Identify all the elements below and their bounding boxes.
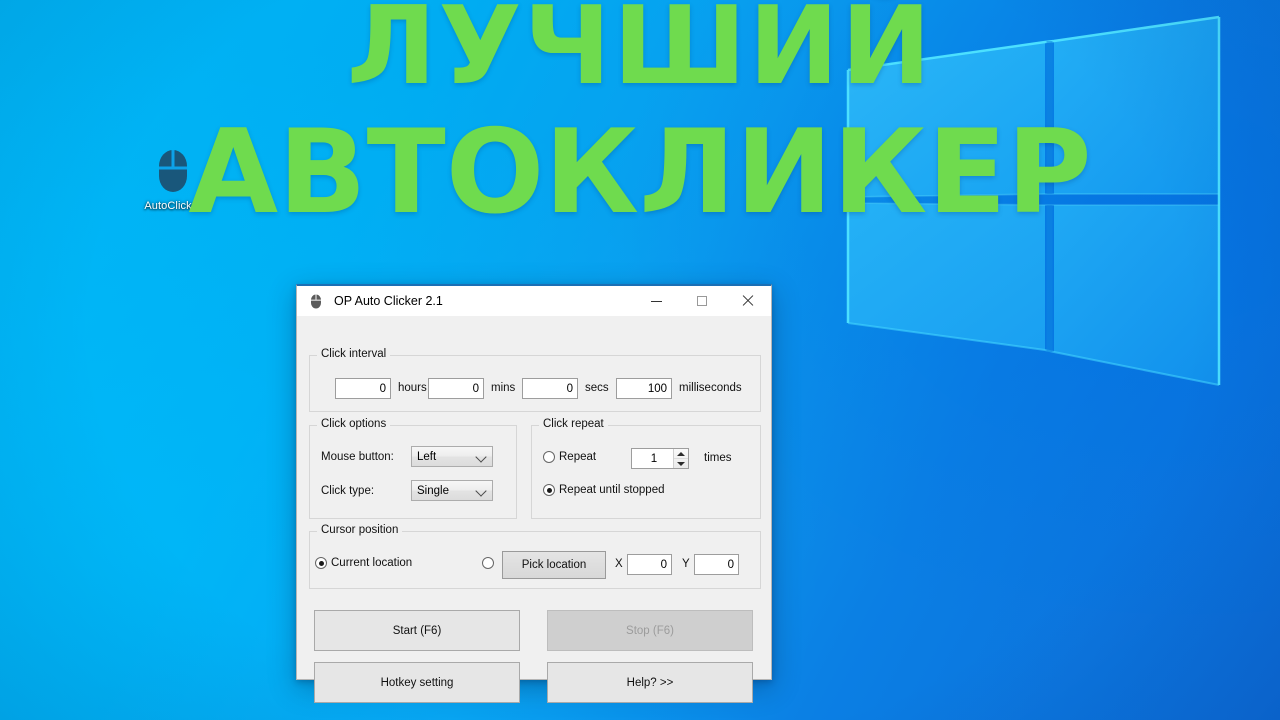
- mouse-button-value: Left: [417, 450, 437, 463]
- maximize-button[interactable]: [679, 286, 725, 316]
- current-location-radio[interactable]: Current location: [315, 557, 412, 569]
- stop-button-label: Stop (F6): [626, 624, 674, 637]
- radio-dot-icon: [315, 557, 327, 569]
- chevron-down-icon: [475, 451, 487, 463]
- pick-location-button[interactable]: Pick location: [502, 551, 606, 579]
- click-repeat-legend: Click repeat: [539, 418, 608, 430]
- radio-dot-icon: [543, 484, 555, 496]
- click-repeat-group: Click repeat Repeat 1 times Repeat until…: [531, 418, 761, 519]
- caret-down-icon: [677, 461, 685, 466]
- stepper-buttons[interactable]: [673, 449, 688, 468]
- mouse-button-select[interactable]: Left: [411, 446, 493, 467]
- click-type-value: Single: [417, 484, 449, 497]
- overlay-headline-line2: Автокликер: [188, 105, 1092, 240]
- milliseconds-unit-label: milliseconds: [679, 382, 742, 394]
- pick-location-radio[interactable]: [482, 557, 498, 569]
- current-location-label: Current location: [331, 557, 413, 569]
- y-input[interactable]: [694, 554, 739, 575]
- start-button-label: Start (F6): [392, 624, 442, 637]
- window-controls: [633, 286, 771, 316]
- minimize-button[interactable]: [633, 286, 679, 316]
- help-button-label: Help? >>: [626, 676, 674, 689]
- maximize-icon: [697, 296, 707, 306]
- secs-unit-label: secs: [585, 382, 609, 394]
- repeat-until-stopped-radio[interactable]: Repeat until stopped: [543, 484, 665, 496]
- minimize-icon: [650, 300, 662, 302]
- repeat-until-stopped-label: Repeat until stopped: [559, 484, 665, 496]
- secs-input[interactable]: [522, 378, 578, 399]
- click-interval-group: Click interval hours mins secs milliseco…: [309, 348, 761, 412]
- hours-unit-label: hours: [398, 382, 427, 394]
- click-type-label: Click type:: [321, 485, 375, 497]
- op-auto-clicker-window: OP Auto Clicker 2.1 Click interval hours…: [296, 284, 772, 703]
- click-options-group: Click options Mouse button: Left Click t…: [309, 418, 517, 519]
- radio-dot-icon: [543, 451, 555, 463]
- click-interval-legend: Click interval: [317, 348, 391, 360]
- repeat-label: Repeat: [559, 451, 597, 463]
- close-button[interactable]: [725, 286, 771, 316]
- hotkey-setting-label: Hotkey setting: [380, 676, 454, 689]
- repeat-count-stepper[interactable]: 1: [631, 448, 689, 469]
- mins-input[interactable]: [428, 378, 484, 399]
- x-input[interactable]: [627, 554, 672, 575]
- overlay-headline-line1: Лучший: [346, 0, 934, 109]
- repeat-radio[interactable]: Repeat: [543, 451, 596, 463]
- mouse-button-label: Mouse button:: [321, 451, 394, 463]
- stepper-up-button[interactable]: [674, 449, 688, 459]
- x-label: X: [615, 558, 623, 570]
- caret-up-icon: [677, 451, 685, 456]
- y-label: Y: [682, 558, 690, 570]
- window-titlebar[interactable]: OP Auto Clicker 2.1: [297, 286, 771, 316]
- click-type-select[interactable]: Single: [411, 480, 493, 501]
- help-button[interactable]: Help? >>: [547, 662, 753, 703]
- close-icon: [742, 295, 754, 307]
- start-button[interactable]: Start (F6): [314, 610, 520, 651]
- chevron-down-icon: [475, 485, 487, 497]
- repeat-times-label: times: [704, 452, 732, 464]
- mins-unit-label: mins: [491, 382, 516, 394]
- click-options-legend: Click options: [317, 418, 391, 430]
- cursor-position-legend: Cursor position: [317, 524, 403, 536]
- window-title: OP Auto Clicker 2.1: [334, 294, 443, 308]
- milliseconds-input[interactable]: [616, 378, 672, 399]
- cursor-position-group: Cursor position Current location Pick lo…: [309, 524, 761, 589]
- stop-button: Stop (F6): [547, 610, 753, 651]
- hotkey-setting-button[interactable]: Hotkey setting: [314, 662, 520, 703]
- stepper-down-button[interactable]: [674, 459, 688, 468]
- pick-location-label: Pick location: [521, 559, 587, 571]
- radio-dot-icon: [482, 557, 494, 569]
- hours-input[interactable]: [335, 378, 391, 399]
- mouse-icon: [303, 294, 329, 309]
